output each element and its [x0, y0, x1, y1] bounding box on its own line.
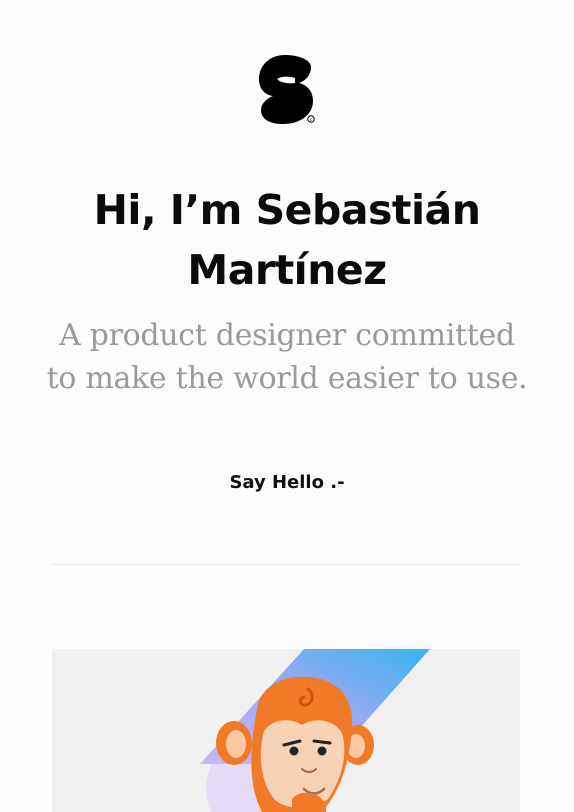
tagline-line-2: to make the world easier to use.	[46, 361, 528, 396]
illustration-svg	[200, 649, 430, 812]
say-hello-link[interactable]: Say Hello .-	[0, 471, 574, 495]
tagline-line-1: A product designer committed	[59, 318, 515, 353]
s-logo-icon[interactable]: c	[255, 52, 317, 126]
divider	[52, 564, 520, 565]
tagline: A product designer committed to make the…	[0, 314, 574, 400]
monkey-mascot-illustration	[52, 649, 520, 812]
headline-line-2: Martínez	[187, 246, 387, 294]
page: c Hi, I’m Sebastián Martínez A product d…	[0, 0, 574, 812]
s-logo-svg: c	[259, 55, 315, 124]
headline-line-1: Hi, I’m Sebastián	[93, 186, 481, 234]
page-title: Hi, I’m Sebastián Martínez	[0, 180, 574, 300]
